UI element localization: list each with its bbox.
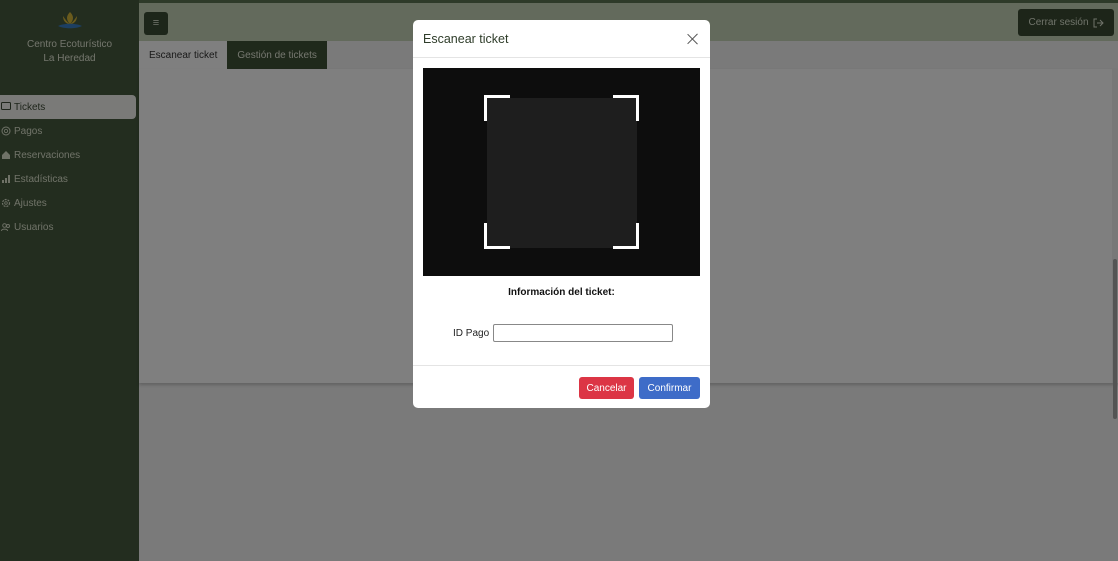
scan-corner-bottom-left [484, 223, 510, 249]
confirm-button[interactable]: Confirmar [639, 377, 700, 399]
ticket-info-heading: Información del ticket: [508, 287, 615, 298]
cancel-button[interactable]: Cancelar [579, 377, 634, 399]
scan-ticket-modal: Escanear ticket Información del ticket: … [413, 20, 710, 408]
modal-title: Escanear ticket [423, 31, 509, 46]
scan-corner-top-right [613, 95, 639, 121]
scan-corner-bottom-right [613, 223, 639, 249]
close-icon[interactable] [686, 32, 700, 46]
payment-id-label: ID Pago [453, 327, 490, 339]
payment-id-input[interactable] [493, 324, 674, 342]
payment-id-row: ID Pago [453, 324, 674, 342]
modal-header: Escanear ticket [413, 20, 710, 58]
scan-corner-top-left [484, 95, 510, 121]
camera-scanner-view [423, 68, 700, 276]
modal-footer: Cancelar Confirmar [413, 365, 710, 408]
